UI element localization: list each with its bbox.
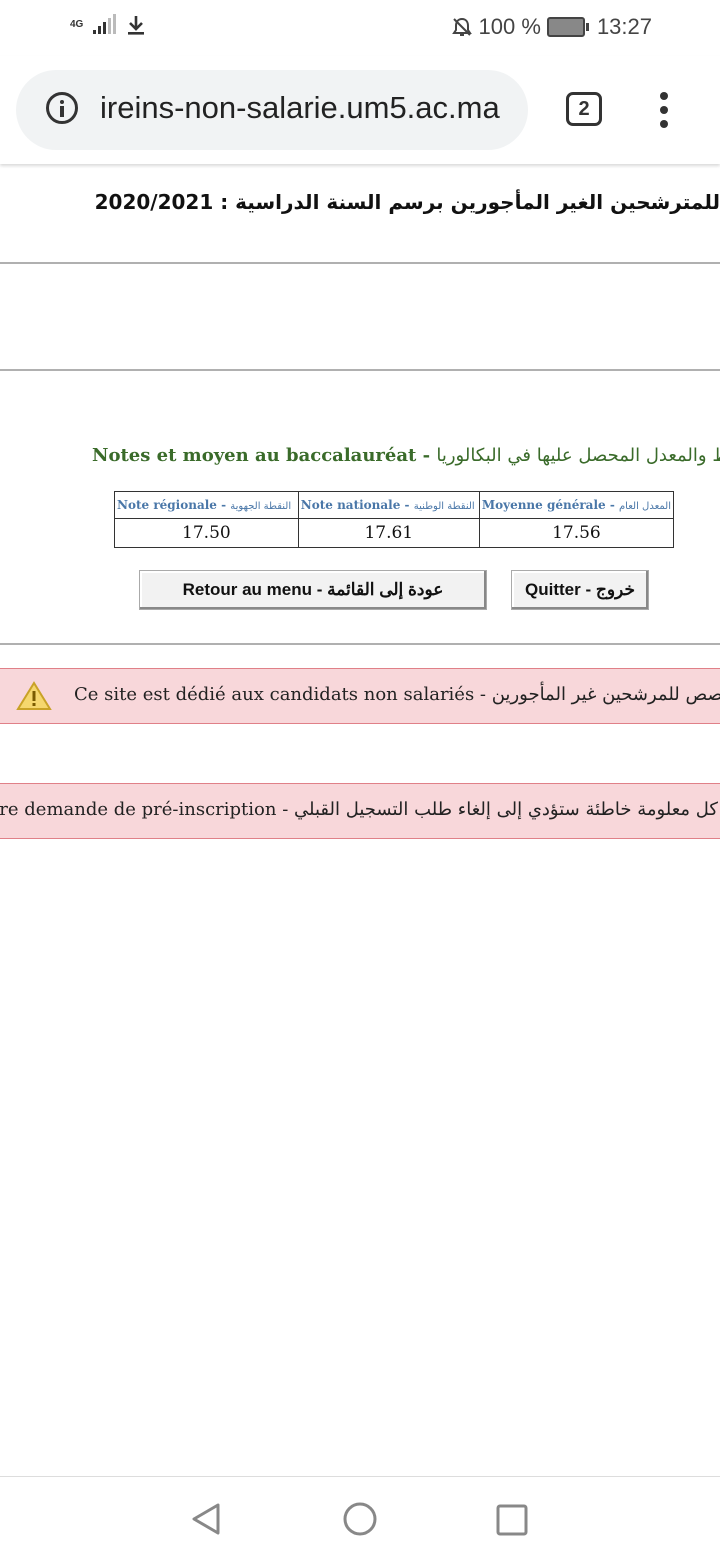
header-national: Note nationale - النقطة الوطنية bbox=[297, 491, 480, 519]
notes-title-fr: Notes et moyen au baccalauréat - bbox=[92, 445, 437, 466]
address-bar[interactable]: ireins-non-salarie.um5.ac.ma bbox=[16, 70, 528, 150]
alert-text: Toute fausse information entraînera l’an… bbox=[0, 799, 718, 820]
bell-muted-icon bbox=[451, 17, 472, 36]
network-type: 4G bbox=[70, 19, 84, 30]
battery-percent: 100 % bbox=[478, 14, 541, 39]
value-national: 17.61 bbox=[297, 518, 480, 548]
notes-title-ar: النقط والمعدل المحصل عليها في البكالوريا bbox=[436, 445, 720, 466]
url-text[interactable]: ireins-non-salarie.um5.ac.ma bbox=[100, 90, 520, 126]
status-bar: 4G 100 % 13:27 bbox=[0, 0, 720, 56]
table-row: 17.50 17.61 17.56 bbox=[114, 518, 675, 548]
warning-icon bbox=[16, 681, 52, 710]
page-title: للمترشحين الغير المأجورين برسم السنة الد… bbox=[94, 190, 720, 214]
value-general: 17.56 bbox=[478, 518, 675, 548]
info-icon[interactable] bbox=[46, 92, 78, 124]
back-to-menu-button[interactable]: Retour au menu - عودة إلى القائمة bbox=[139, 570, 487, 610]
browser-toolbar: ireins-non-salarie.um5.ac.ma 2 bbox=[0, 56, 720, 164]
network-indicator: 4G bbox=[70, 20, 83, 30]
download-icon bbox=[128, 16, 145, 35]
tab-switcher-button[interactable]: 2 bbox=[566, 92, 602, 126]
notes-section-title: Notes et moyen au baccalauréat - النقط و… bbox=[92, 445, 720, 466]
value-regional: 17.50 bbox=[114, 518, 299, 548]
header-general: Moyenne générale - المعدل العام bbox=[478, 491, 675, 519]
alert-text: Ce site est dédié aux candidats non sala… bbox=[74, 684, 720, 705]
signal-icon bbox=[93, 14, 117, 34]
status-right: 100 % 13:27 bbox=[451, 14, 652, 40]
status-left: 4G bbox=[70, 14, 146, 36]
divider bbox=[0, 262, 720, 264]
battery-icon bbox=[546, 17, 589, 37]
table-header-row: Note régionale - النقطة الجهوية Note nat… bbox=[114, 491, 675, 519]
back-icon[interactable] bbox=[188, 1501, 224, 1537]
divider bbox=[0, 369, 720, 371]
alert-non-salaried: Ce site est dédié aux candidats non sala… bbox=[0, 668, 720, 724]
header-regional: Note régionale - النقطة الجهوية bbox=[114, 491, 299, 519]
navigation-bar bbox=[0, 1476, 720, 1561]
clock: 13:27 bbox=[596, 14, 652, 39]
recents-icon[interactable] bbox=[495, 1503, 529, 1537]
quit-button[interactable]: Quitter - خروج bbox=[511, 570, 649, 610]
alert-false-info: Toute fausse information entraînera l’an… bbox=[0, 783, 720, 839]
more-menu-icon[interactable] bbox=[652, 92, 676, 128]
divider bbox=[0, 643, 720, 645]
grades-table: Note régionale - النقطة الجهوية Note nat… bbox=[114, 491, 675, 548]
home-icon[interactable] bbox=[342, 1501, 378, 1537]
